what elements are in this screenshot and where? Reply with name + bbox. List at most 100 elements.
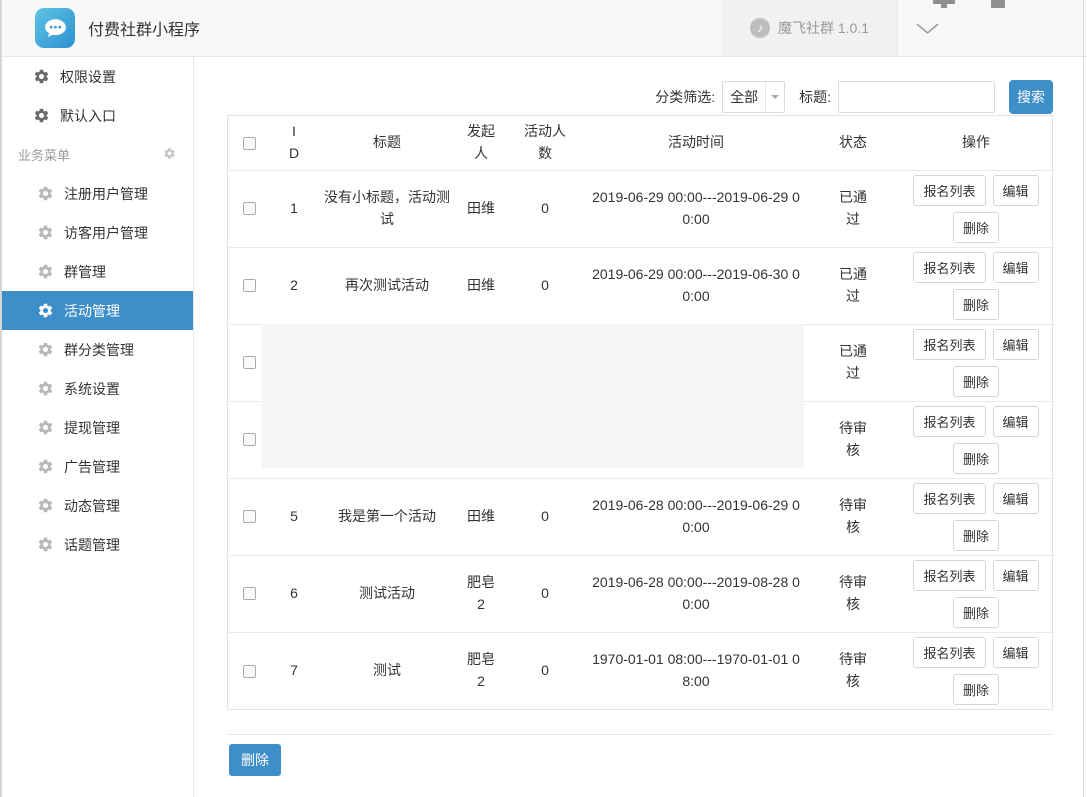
cell-actions: 报名列表 编辑 删除 [898,632,1054,709]
cell-creator: 田维 [456,247,506,324]
edit-button[interactable]: 编辑 [993,175,1039,206]
section-gear-icon[interactable] [163,147,176,163]
cell-time: 1970-01-01 08:00---1970-01-01 08:00 [584,632,808,709]
sidebar-item[interactable]: 访客用户管理 [0,213,193,252]
sidebar-section-label: 业务菜单 [18,145,70,164]
cell-status: 已通过 [808,170,898,247]
gear-icon [33,107,50,124]
cell-status: 待审核 [808,632,898,709]
signup-list-button[interactable]: 报名列表 [913,406,985,437]
footer-divider [227,734,1053,735]
sidebar-item[interactable]: 群分类管理 [0,330,193,369]
select-all-checkbox[interactable] [243,137,256,150]
app-header: 付费社群小程序 ♪ 魔飞社群 1.0.1 [0,0,1087,57]
row-checkbox[interactable] [243,510,256,523]
row-checkbox[interactable] [243,279,256,292]
sidebar-item-label: 默认入口 [60,106,116,126]
music-note-icon: ♪ [750,18,770,38]
row-checkbox[interactable] [243,356,256,369]
cell-creator: 田维 [456,478,506,555]
column-title: 标题 [318,116,456,170]
signup-list-button[interactable]: 报名列表 [913,252,985,283]
brand-version-menu[interactable]: ♪ 魔飞社群 1.0.1 [722,0,897,56]
signup-list-button[interactable]: 报名列表 [913,637,985,668]
cell-time: 2019-06-29 00:00---2019-06-29 00:00 [584,170,808,247]
edit-button[interactable]: 编辑 [993,329,1039,360]
activities-table: ID 标题 发起人 活动人数 活动时间 状态 操作 1 没有小标题，活动测试 田… [227,115,1053,710]
cell-checkbox [228,247,270,324]
edit-button[interactable]: 编辑 [993,252,1039,283]
row-checkbox[interactable] [243,433,256,446]
sidebar-item-label: 群分类管理 [64,340,134,360]
cell-participants: 0 [506,632,584,709]
sidebar-item[interactable]: 群管理 [0,252,193,291]
sidebar-item[interactable]: 系统设置 [0,369,193,408]
gear-icon [37,458,54,475]
sidebar-item[interactable]: 动态管理 [0,486,193,525]
delete-button[interactable]: 删除 [953,520,999,551]
table-row: 1 没有小标题，活动测试 田维 0 2019-06-29 00:00---201… [228,170,1054,247]
row-checkbox[interactable] [243,587,256,600]
signup-list-button[interactable]: 报名列表 [913,483,985,514]
caret-down-icon [771,95,779,103]
cell-actions: 报名列表 编辑 删除 [898,555,1054,632]
signup-list-button[interactable]: 报名列表 [913,175,985,206]
cell-title: 测试 [318,632,456,709]
screen-artifact [991,0,1005,8]
sidebar-item[interactable]: 权限设置 [0,57,193,96]
sidebar-item[interactable]: 注册用户管理 [0,174,193,213]
cell-id: 6 [270,555,318,632]
sidebar-item[interactable]: 话题管理 [0,525,193,564]
gear-icon [37,224,54,241]
search-button[interactable]: 搜索 [1009,80,1053,114]
delete-button[interactable]: 删除 [953,212,999,243]
delete-button[interactable]: 删除 [953,366,999,397]
column-creator: 发起人 [456,116,506,170]
table-row: 2 再次测试活动 田维 0 2019-06-29 00:00---2019-06… [228,247,1054,324]
signup-list-button[interactable]: 报名列表 [913,329,985,360]
gear-icon [37,185,54,202]
edit-button[interactable]: 编辑 [993,560,1039,591]
cell-time: 2019-06-28 00:00---2019-06-29 00:00 [584,478,808,555]
cell-creator: 肥皂2 [456,632,506,709]
sidebar-item[interactable]: 活动管理 [0,291,193,330]
category-select[interactable]: 全部 [722,81,785,113]
sidebar-item[interactable]: 广告管理 [0,447,193,486]
delete-button[interactable]: 删除 [953,674,999,705]
bulk-delete-button[interactable]: 删除 [229,744,281,776]
sidebar-item-label: 话题管理 [64,535,120,555]
cell-status: 已通过 [808,324,898,401]
signup-list-button[interactable]: 报名列表 [913,560,985,591]
cell-title: 没有小标题，活动测试 [318,170,456,247]
edit-button[interactable]: 编辑 [993,483,1039,514]
table-header-row: ID 标题 发起人 活动人数 活动时间 状态 操作 [228,116,1054,170]
cell-checkbox [228,555,270,632]
sidebar-item-label: 群管理 [64,262,106,282]
title-input[interactable] [838,81,995,113]
redaction-overlay [262,324,804,468]
delete-button[interactable]: 删除 [953,597,999,628]
cell-checkbox [228,478,270,555]
column-time: 活动时间 [584,116,808,170]
delete-button[interactable]: 删除 [953,289,999,320]
sidebar-item[interactable]: 默认入口 [0,96,193,135]
collapse-chevron-button[interactable] [898,0,956,56]
cell-actions: 报名列表 编辑 删除 [898,247,1054,324]
row-checkbox[interactable] [243,202,256,215]
cell-actions: 报名列表 编辑 删除 [898,170,1054,247]
delete-button[interactable]: 删除 [953,443,999,474]
table-row: 5 我是第一个活动 田维 0 2019-06-28 00:00---2019-0… [228,478,1054,555]
sidebar-item[interactable]: 提现管理 [0,408,193,447]
cell-participants: 0 [506,555,584,632]
cell-id: 5 [270,478,318,555]
cell-time: 2019-06-28 00:00---2019-08-28 00:00 [584,555,808,632]
edit-button[interactable]: 编辑 [993,637,1039,668]
row-checkbox[interactable] [243,665,256,678]
gear-icon [37,302,54,319]
sidebar-item-label: 访客用户管理 [64,223,148,243]
page-title: 付费社群小程序 [88,16,200,40]
category-filter-label: 分类筛选: [655,87,715,107]
cell-participants: 0 [506,170,584,247]
sidebar-item-label: 动态管理 [64,496,120,516]
edit-button[interactable]: 编辑 [993,406,1039,437]
